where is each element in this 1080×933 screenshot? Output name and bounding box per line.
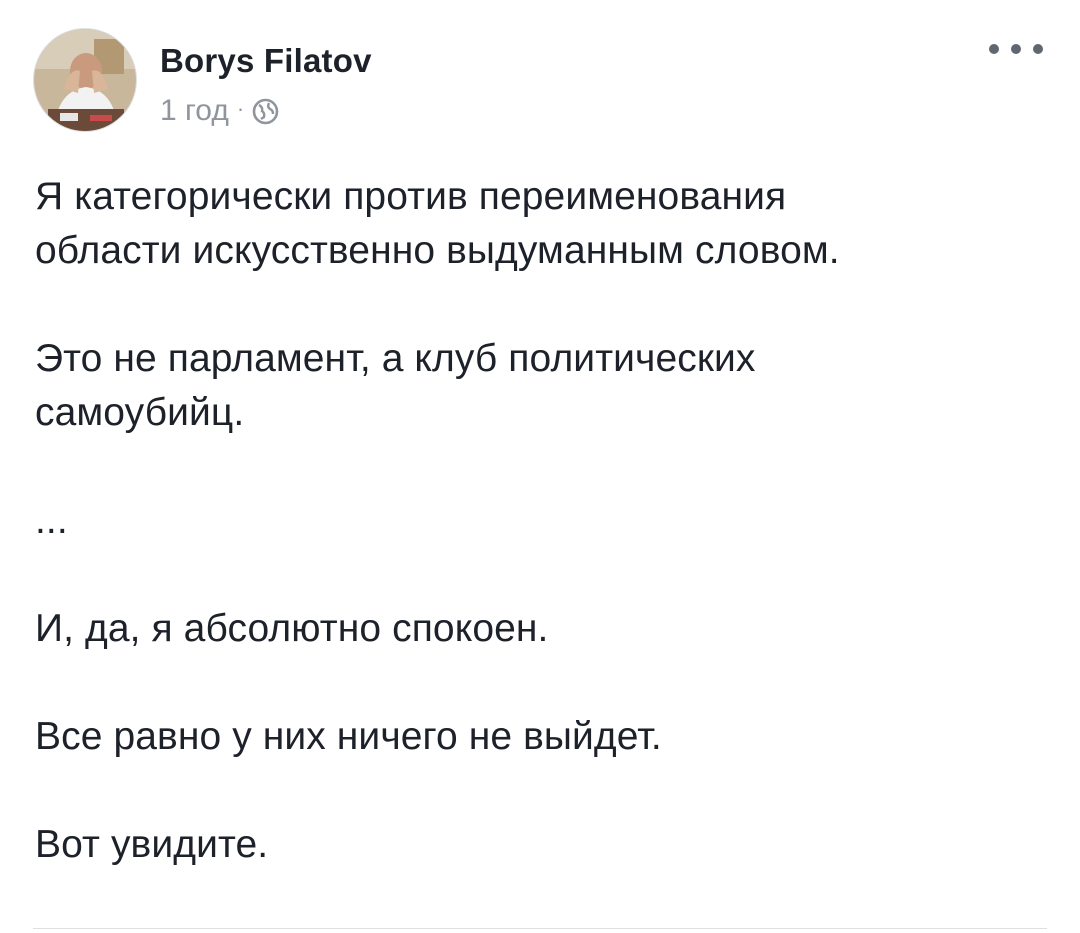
more-dot: [1011, 44, 1021, 54]
more-dot: [1033, 44, 1043, 54]
post-body: Я категорически против переименования об…: [35, 170, 1045, 872]
post-meta: 1 год ·: [160, 94, 279, 128]
more-dot: [989, 44, 999, 54]
post-paragraph: И, да, я абсолютно спокоен.: [35, 607, 549, 650]
more-options-button[interactable]: [989, 32, 1043, 66]
globe-icon[interactable]: [252, 98, 279, 125]
post-paragraph: Вот увидите.: [35, 823, 269, 866]
avatar-photo: [34, 29, 136, 131]
author-name[interactable]: Borys Filatov: [160, 42, 372, 80]
facebook-post: Borys Filatov 1 год · Я категорически пр…: [0, 0, 1080, 933]
meta-separator: ·: [236, 96, 245, 121]
post-paragraph: Все равно у них ничего не выйдет.: [35, 715, 662, 758]
author-avatar[interactable]: [33, 28, 137, 132]
post-timestamp[interactable]: 1 год: [160, 94, 229, 128]
post-paragraph: ...: [35, 499, 68, 542]
post-paragraph: Я категорически против переименования об…: [35, 175, 840, 272]
post-paragraph: Это не парламент, а клуб политических са…: [35, 337, 756, 434]
post-header: Borys Filatov 1 год ·: [33, 28, 1043, 138]
post-divider: [33, 928, 1047, 929]
